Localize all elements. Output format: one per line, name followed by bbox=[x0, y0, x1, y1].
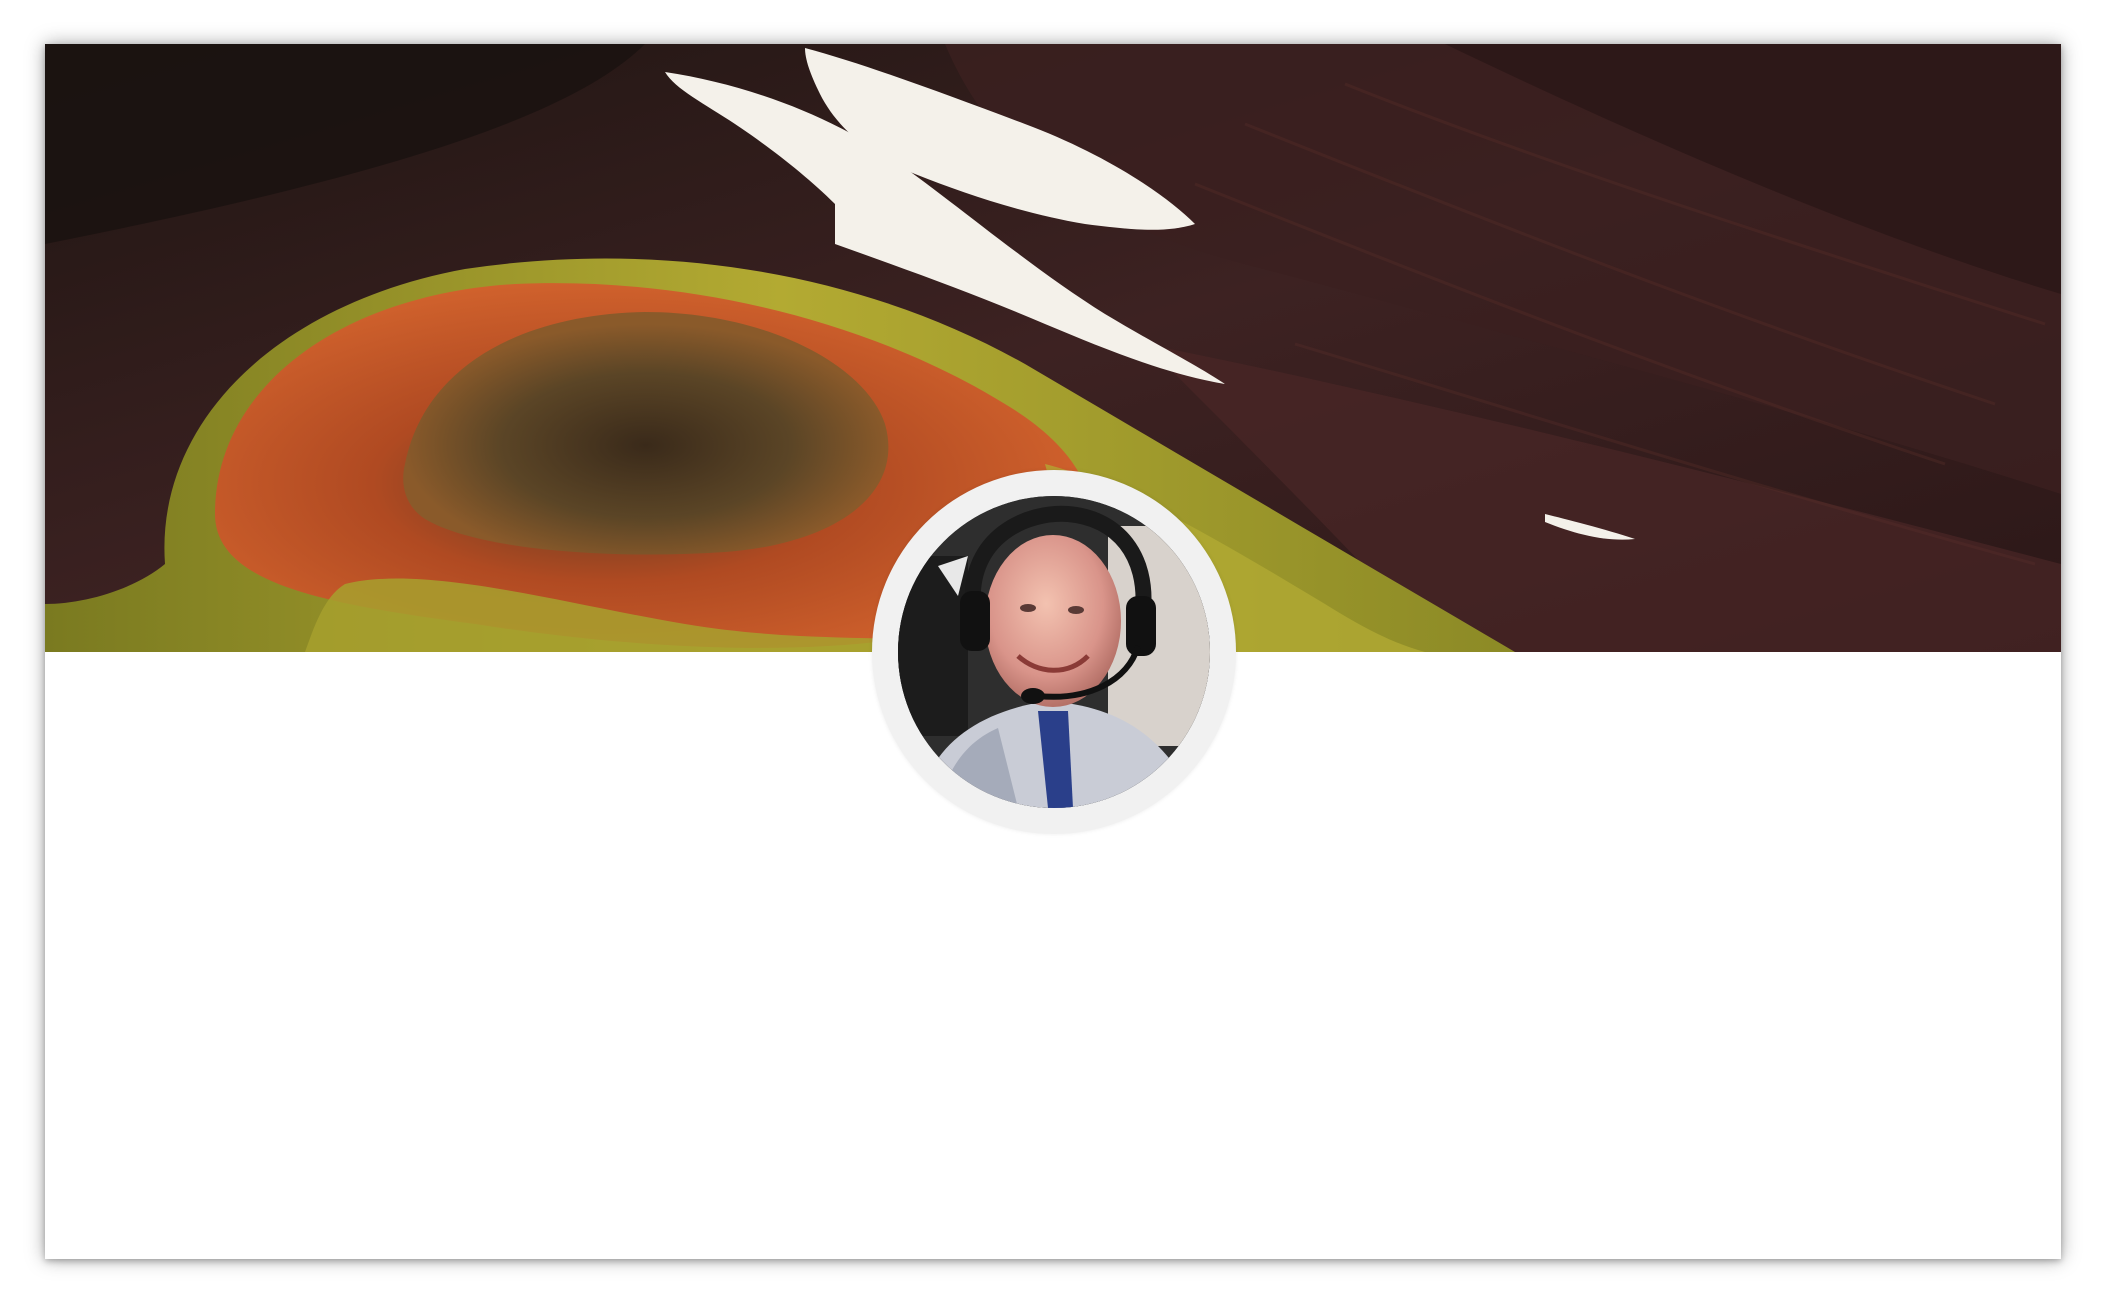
avatar-ring bbox=[872, 470, 1236, 834]
page bbox=[0, 0, 2106, 1303]
avatar[interactable] bbox=[898, 496, 1210, 808]
profile-card bbox=[45, 44, 2061, 1259]
